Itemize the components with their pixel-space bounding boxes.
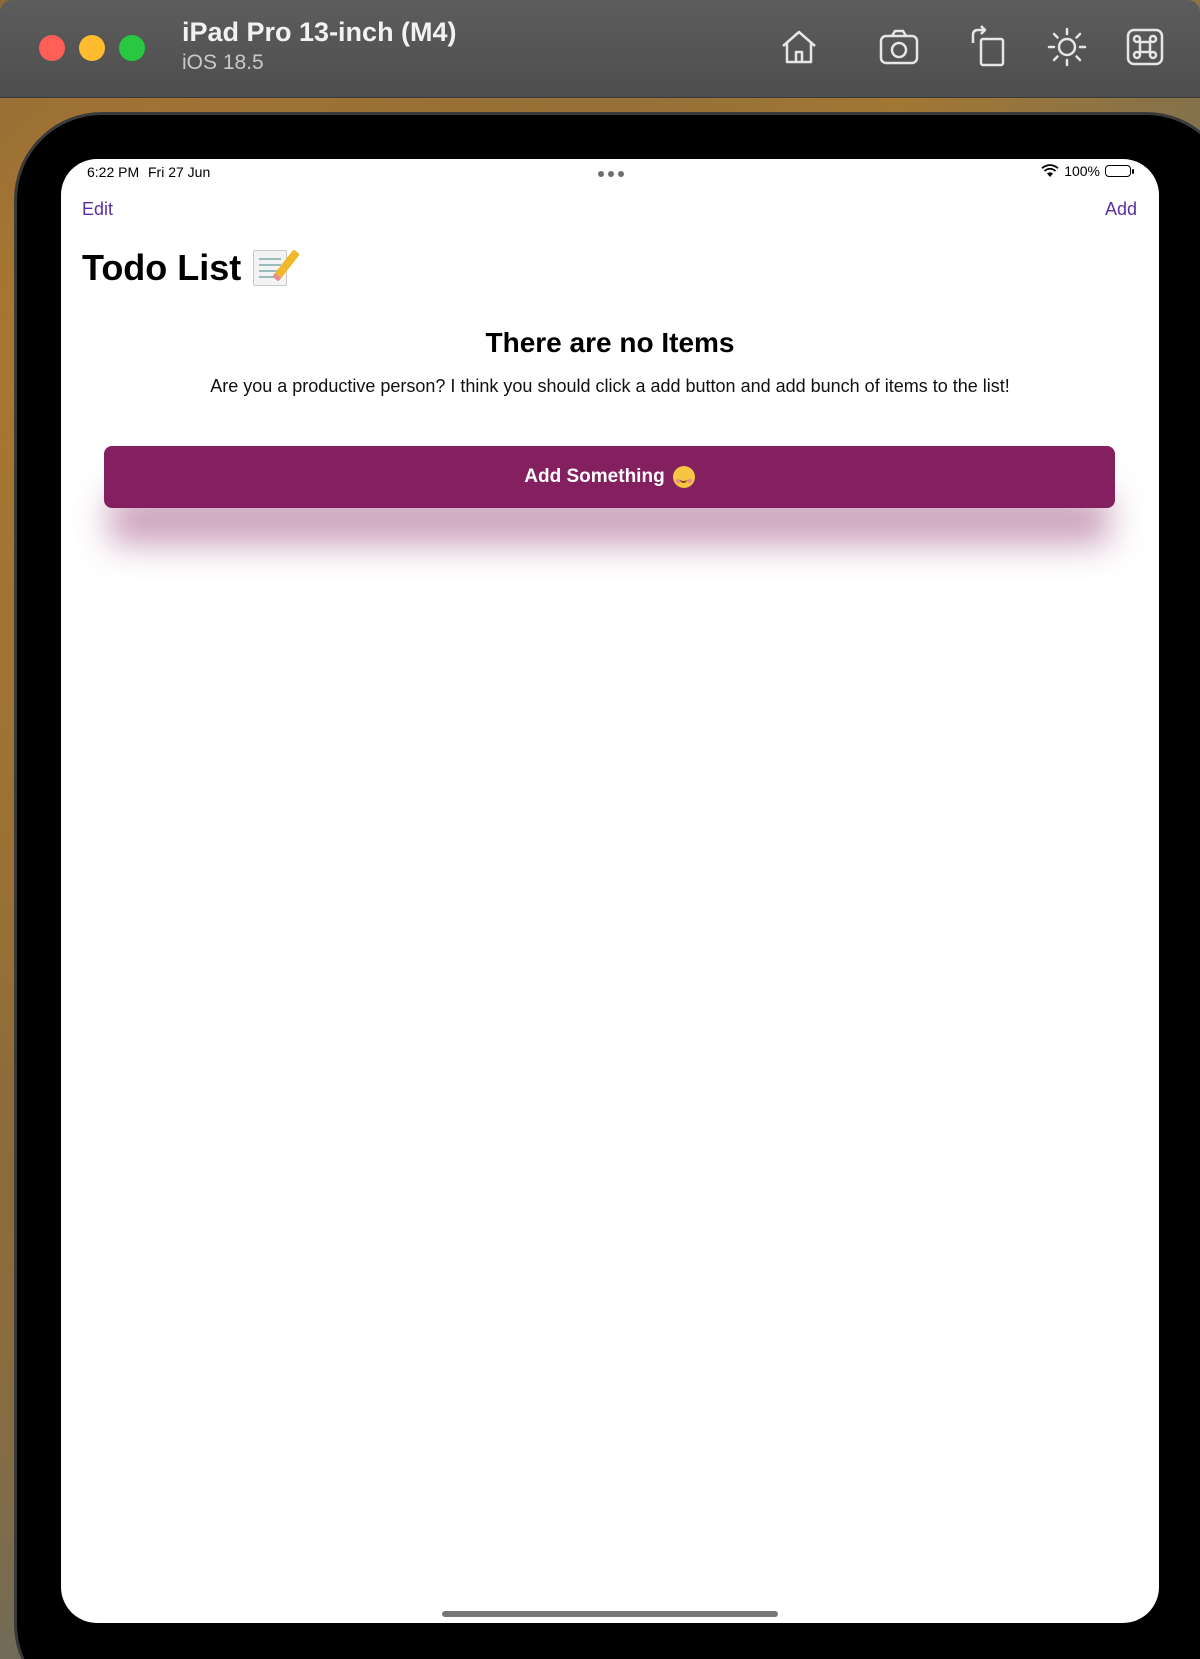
partying-face-icon xyxy=(672,466,695,488)
home-indicator[interactable] xyxy=(442,1611,778,1617)
zoom-window-button[interactable] xyxy=(119,35,145,61)
page-title: Todo List xyxy=(82,247,288,289)
simulator-titlebar: iPad Pro 13-inch (M4) iOS 18.5 xyxy=(0,0,1200,98)
status-date: Fri 27 Jun xyxy=(148,164,211,180)
screenshot-button[interactable] xyxy=(874,22,924,72)
battery-icon xyxy=(1105,165,1134,177)
multitasking-menu-icon[interactable] xyxy=(598,171,624,177)
status-indicators: 100% xyxy=(1041,163,1134,179)
battery-percentage: 100% xyxy=(1064,163,1100,179)
memo-icon xyxy=(253,250,288,286)
ipad-screen: 6:22 PM Fri 27 Jun 100% Edit Add Todo Li… xyxy=(61,159,1159,1623)
status-time: 6:22 PM xyxy=(87,164,140,180)
edit-button[interactable]: Edit xyxy=(82,199,113,220)
rotate-button[interactable] xyxy=(964,22,1014,72)
home-icon xyxy=(782,30,816,64)
screenshot-icon xyxy=(879,29,919,65)
brightness-icon xyxy=(1047,27,1087,67)
command-button[interactable] xyxy=(1120,22,1170,72)
rotate-icon xyxy=(971,25,1005,67)
os-version: iOS 18.5 xyxy=(182,51,264,74)
wifi-icon xyxy=(1041,164,1059,178)
command-icon xyxy=(1126,28,1164,66)
add-button[interactable]: Add xyxy=(1105,199,1137,220)
page-title-text: Todo List xyxy=(82,247,242,288)
add-something-button[interactable]: Add Something xyxy=(104,446,1115,508)
close-window-button[interactable] xyxy=(39,35,65,61)
device-name: iPad Pro 13-inch (M4) xyxy=(182,17,457,47)
empty-state-title: There are no Items xyxy=(485,327,735,358)
appearance-button[interactable] xyxy=(1042,22,1092,72)
minimize-window-button[interactable] xyxy=(79,35,105,61)
home-button[interactable] xyxy=(774,22,824,72)
add-something-label: Add Something xyxy=(524,466,665,487)
empty-state-message: Are you a productive person? I think you… xyxy=(210,376,1010,396)
